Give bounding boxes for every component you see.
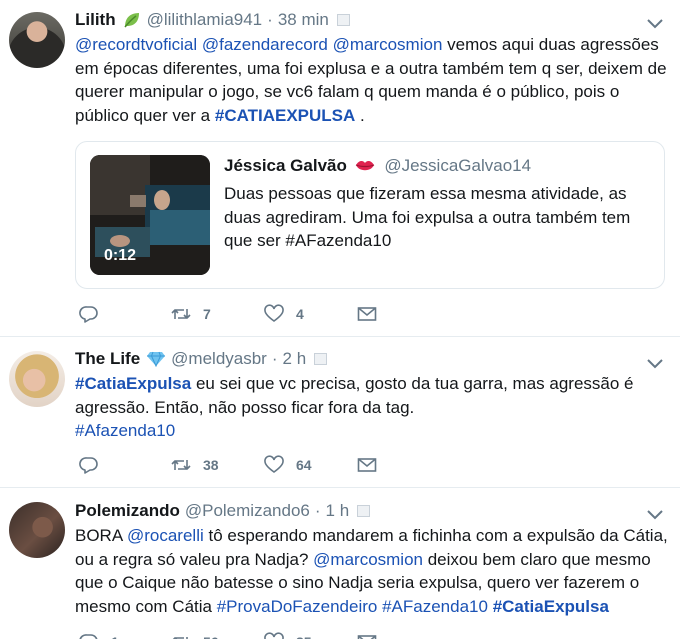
hashtag-link[interactable]: #Afazenda10 (75, 421, 175, 440)
media-badge-icon (357, 505, 371, 517)
retweet-count: 7 (203, 306, 211, 322)
tweet-item[interactable]: The Life @meldyasbr · 2 h #CatiaExpulsa … (0, 337, 680, 488)
retweet-icon (171, 309, 191, 319)
heart-icon (264, 632, 284, 639)
mention-link[interactable]: @fazendarecord (202, 35, 328, 54)
author-name[interactable]: The Life (75, 349, 140, 369)
like-count: 64 (296, 457, 312, 473)
retweet-button[interactable]: 7 (171, 302, 211, 326)
like-button[interactable]: 64 (264, 453, 312, 477)
author-handle[interactable]: @Polemizando6 (185, 501, 310, 521)
timestamp[interactable]: 38 min (278, 10, 329, 30)
envelope-icon (357, 307, 377, 321)
avatar[interactable] (9, 351, 65, 407)
chevron-down-icon[interactable] (647, 17, 663, 29)
tweet-header: Lilith @lilithlamia941 · 38 min (75, 10, 350, 30)
retweet-icon (172, 637, 188, 639)
like-button[interactable]: 85 (264, 630, 312, 639)
author-name[interactable]: Lilith (75, 10, 116, 30)
tweet-text: #CatiaExpulsa eu sei que vc precisa, gos… (75, 372, 675, 443)
diamond-emoji-icon (146, 351, 166, 367)
mention-link[interactable]: @marcosmion (333, 35, 443, 54)
dot-separator: · (267, 10, 273, 29)
tweet-item[interactable]: Polemizando @Polemizando6 · 1 h BORA @ro… (0, 488, 680, 639)
quoted-tweet-header: Jéssica Galvão @JessicaGalvao14 (224, 156, 531, 178)
media-badge-icon (314, 353, 328, 365)
reply-icon (79, 457, 98, 474)
retweet-icon (171, 460, 191, 470)
author-handle[interactable]: @meldyasbr (171, 349, 267, 369)
timestamp[interactable]: 1 h (326, 501, 350, 521)
avatar[interactable] (9, 12, 65, 68)
tweet-text: @recordtvoficial @fazendarecord @marcosm… (75, 33, 675, 127)
quoted-tweet[interactable]: 0:12 Jéssica Galvão @JessicaGalvao14 Dua… (75, 141, 665, 289)
mention-link[interactable]: @recordtvoficial (75, 35, 197, 54)
reply-count: 1 (111, 634, 119, 639)
heart-icon (264, 304, 284, 322)
direct-message-button[interactable] (357, 453, 377, 477)
envelope-icon (357, 635, 377, 639)
chevron-down-icon[interactable] (647, 508, 663, 520)
like-count: 85 (296, 634, 312, 639)
direct-message-button[interactable] (357, 630, 377, 639)
timestamp[interactable]: 2 h (283, 349, 307, 369)
retweet-button[interactable]: 38 (171, 453, 219, 477)
hashtag-link[interactable]: #CatiaExpulsa (75, 374, 191, 393)
retweet-count: 56 (203, 634, 219, 639)
chevron-down-icon[interactable] (647, 357, 663, 369)
tweet-header: Polemizando @Polemizando6 · 1 h (75, 501, 371, 521)
quoted-author-name[interactable]: Jéssica Galvão (224, 156, 347, 175)
hashtag-link[interactable]: #AFazenda10 (382, 597, 488, 616)
reply-icon (79, 634, 98, 639)
mention-link[interactable]: @marcosmion (313, 550, 423, 569)
green-leaf-emoji-icon (122, 11, 142, 29)
tweet-item[interactable]: Lilith @lilithlamia941 · 38 min @recordt… (0, 0, 680, 337)
tweet-actions: 38 64 (75, 453, 395, 477)
tweet-header: The Life @meldyasbr · 2 h (75, 349, 328, 369)
envelope-icon (357, 458, 377, 472)
like-button[interactable]: 4 (264, 302, 304, 326)
reply-icon (79, 306, 98, 323)
tweet-text: BORA @rocarelli tô esperando mandarem a … (75, 524, 675, 618)
avatar[interactable] (9, 502, 65, 558)
mention-link[interactable]: @rocarelli (127, 526, 204, 545)
kiss-lips-emoji-icon (355, 158, 375, 178)
tweet-text-segment: . (355, 105, 365, 125)
quoted-tweet-text: Duas pessoas que fizeram essa mesma ativ… (224, 184, 631, 250)
video-thumbnail[interactable]: 0:12 (90, 155, 210, 275)
retweet-count: 38 (203, 457, 219, 473)
reply-button[interactable] (79, 302, 111, 326)
reply-button[interactable]: 1 (79, 630, 119, 639)
direct-message-button[interactable] (357, 302, 377, 326)
tweet-actions: 1 56 85 (75, 630, 395, 639)
retweet-button[interactable]: 56 (171, 630, 219, 639)
tweet-text-segment: BORA (75, 526, 127, 545)
media-badge-icon (336, 14, 350, 26)
dot-separator: · (271, 349, 278, 368)
quoted-author-handle[interactable]: @JessicaGalvao14 (384, 156, 531, 175)
hashtag-link[interactable]: #ProvaDoFazendeiro (217, 597, 378, 616)
author-handle[interactable]: @lilithlamia941 (147, 10, 263, 30)
tweet-actions: 7 4 (75, 302, 395, 326)
author-name[interactable]: Polemizando (75, 501, 180, 521)
dot-separator: · (314, 501, 321, 520)
heart-icon (264, 455, 284, 473)
like-count: 4 (296, 306, 304, 322)
hashtag-link[interactable]: #CatiaExpulsa (493, 597, 609, 616)
reply-button[interactable] (79, 453, 111, 477)
video-duration: 0:12 (104, 247, 137, 264)
hashtag-link[interactable]: #CATIAEXPULSA (215, 106, 355, 125)
